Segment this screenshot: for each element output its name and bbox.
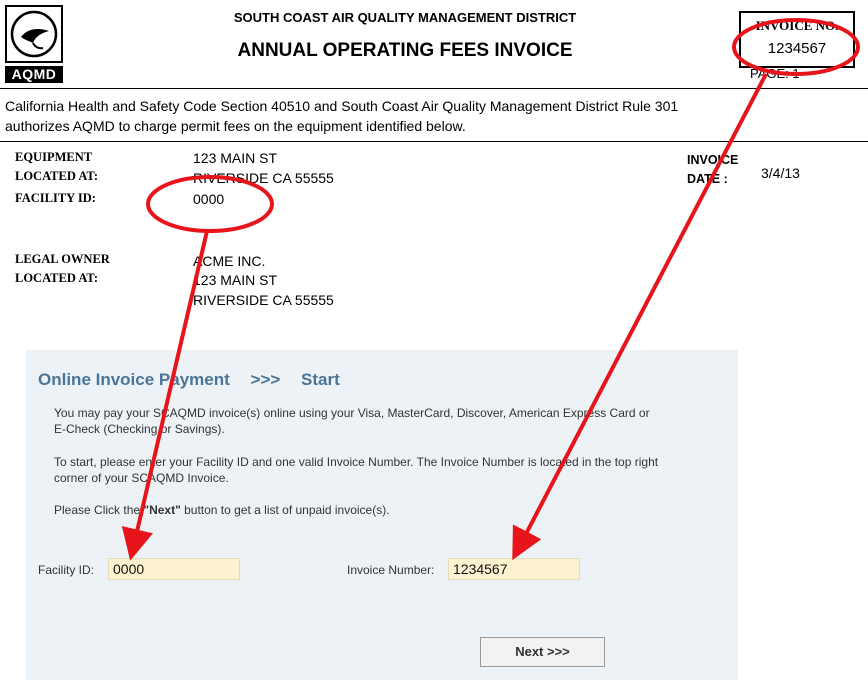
instruction-text: button to get a list of unpaid invoice(s… [180, 503, 390, 517]
bird-emblem-icon [5, 5, 63, 63]
invoice-date-label: INVOICE [687, 153, 739, 167]
instruction-line: To start, please enter your Facility ID … [54, 455, 659, 469]
instruction-line: You may pay your SCAQMD invoice(s) onlin… [54, 406, 650, 420]
owner-located-at-label: LOCATED AT: [15, 271, 98, 285]
invoice-title: ANNUAL OPERATING FEES INVOICE [237, 40, 573, 61]
invoice-date-label-2: DATE : [687, 172, 728, 186]
invoice-number-value: 1234567 [767, 40, 827, 57]
invoice-number-field-label: Invoice Number: [347, 563, 435, 577]
equipment-address-line1: 123 MAIN ST [193, 150, 278, 166]
instruction-line: E-Check (Checking or Savings). [54, 422, 225, 436]
invoice-number-label: INVOICE NO. [755, 18, 839, 33]
payment-instructions-start: To start, please enter your Facility ID … [54, 454, 734, 486]
authorization-text: California Health and Safety Code Sectio… [5, 96, 845, 136]
owner-address-line2: RIVERSIDE CA 55555 [193, 292, 334, 308]
owner-name: ACME INC. [193, 253, 266, 269]
invoice-number-box: INVOICE NO. 1234567 [739, 11, 855, 68]
located-at-label: LOCATED AT: [15, 169, 98, 183]
invoice-number-input[interactable]: 1234567 [448, 558, 580, 580]
payment-title-text: Online Invoice Payment [38, 370, 230, 389]
payment-step: Start [301, 370, 340, 389]
authorization-line: authorizes AQMD to charge permit fees on… [5, 118, 466, 134]
authorization-line: California Health and Safety Code Sectio… [5, 98, 679, 114]
facility-id-input[interactable]: 0000 [108, 558, 240, 580]
facility-id-label: FACILITY ID: [15, 191, 96, 205]
agency-name: SOUTH COAST AIR QUALITY MANAGEMENT DISTR… [233, 10, 577, 25]
payment-instructions-next: Please Click the "Next" button to get a … [54, 502, 734, 518]
online-payment-panel: Online Invoice Payment >>> Start You may… [26, 350, 738, 680]
equipment-label: EQUIPMENT [15, 150, 93, 164]
instruction-text: Please Click the [54, 503, 144, 517]
divider [0, 88, 868, 89]
facility-id-field-label: Facility ID: [38, 563, 95, 577]
payment-instructions-cards: You may pay your SCAQMD invoice(s) onlin… [54, 405, 734, 437]
equipment-address-line2: RIVERSIDE CA 55555 [193, 170, 334, 186]
instruction-next-emphasis: "Next" [143, 503, 181, 517]
aqmd-logo: AQMD [5, 5, 63, 83]
instruction-line: corner of your SCAQMD Invoice. [54, 471, 229, 485]
divider [0, 141, 868, 142]
payment-title-arrow: >>> [250, 370, 281, 389]
payment-title: Online Invoice Payment >>> Start [38, 370, 356, 390]
page-number: PAGE: 1 [750, 66, 800, 81]
next-button[interactable]: Next >>> [480, 637, 605, 667]
owner-address-line1: 123 MAIN ST [193, 272, 278, 288]
facility-id-value: 0000 [193, 191, 225, 207]
legal-owner-label: LEGAL OWNER [15, 252, 110, 266]
logo-text: AQMD [5, 66, 63, 83]
invoice-date-value: 3/4/13 [761, 165, 800, 181]
